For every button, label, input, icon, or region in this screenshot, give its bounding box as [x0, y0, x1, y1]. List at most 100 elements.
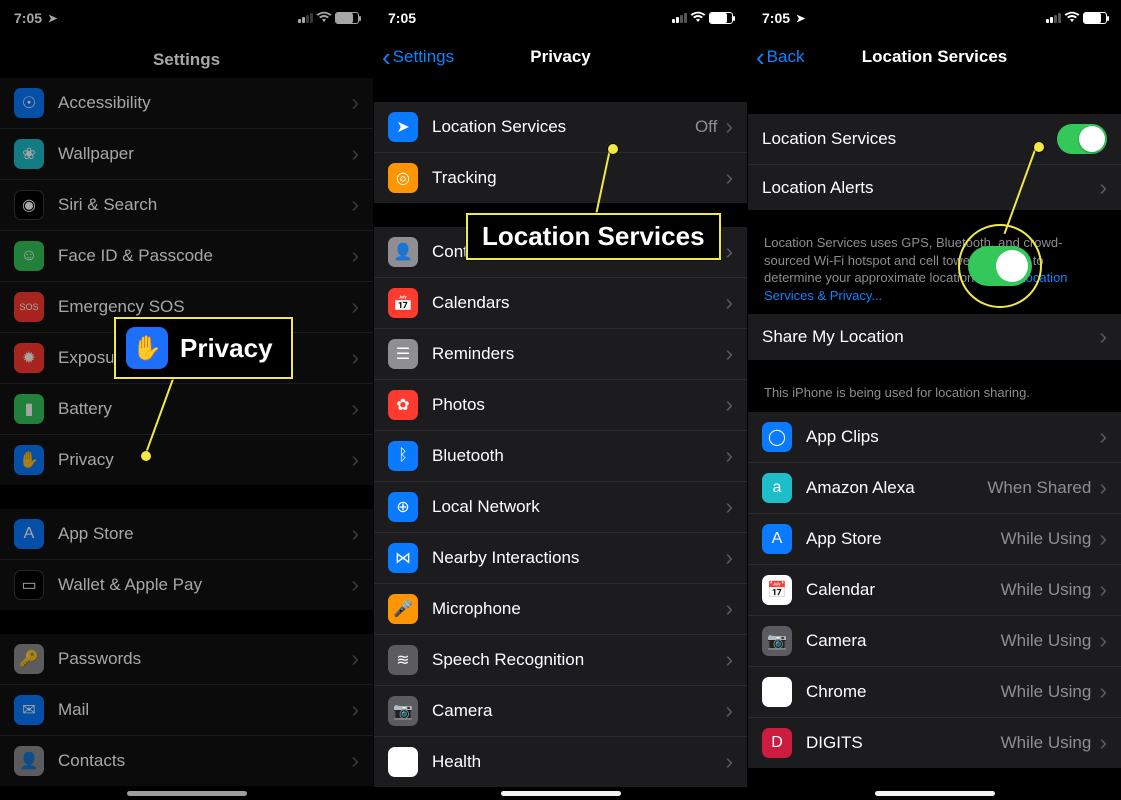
page-title: Privacy [530, 47, 591, 67]
row-siri-search[interactable]: ◉Siri & Search› [0, 179, 373, 230]
row-label: Calendar [806, 580, 993, 600]
row-label: Amazon Alexa [806, 478, 979, 498]
row-camera[interactable]: 📷CameraWhile Using› [748, 615, 1121, 666]
row-location-services[interactable]: ➤Location ServicesOff› [374, 102, 747, 152]
row-face-id-passcode[interactable]: ☺Face ID & Passcode› [0, 230, 373, 281]
row-microphone[interactable]: 🎤Microphone› [374, 583, 747, 634]
chevron-right-icon: › [725, 449, 733, 463]
status-bar: 7:05 [374, 0, 747, 32]
row-camera[interactable]: 📷Camera› [374, 685, 747, 736]
chevron-right-icon: › [351, 402, 359, 416]
wifi-icon [690, 11, 706, 26]
chevron-right-icon: › [725, 755, 733, 769]
location-arrow-icon: ➤ [796, 12, 805, 25]
row-label: Wallet & Apple Pay [58, 575, 343, 595]
row-share-my-location[interactable]: Share My Location› [748, 314, 1121, 360]
home-indicator[interactable] [501, 791, 621, 796]
status-bar: 7:05➤ [0, 0, 373, 32]
row-label: Reminders [432, 344, 717, 364]
tracking-icon: ◎ [388, 163, 418, 193]
row-digits[interactable]: DDIGITSWhile Using› [748, 717, 1121, 768]
row-amazon-alexa[interactable]: aAmazon AlexaWhen Shared› [748, 462, 1121, 513]
row-calendars[interactable]: 📅Calendars› [374, 277, 747, 328]
chevron-right-icon: › [351, 703, 359, 717]
row-accessibility[interactable]: ☉Accessibility› [0, 78, 373, 128]
row-label: Local Network [432, 497, 717, 517]
row-contacts[interactable]: 👤Contacts› [0, 735, 373, 786]
accessibility-icon: ☉ [14, 88, 44, 118]
row-local-network[interactable]: ⊕Local Network› [374, 481, 747, 532]
row-passwords[interactable]: 🔑Passwords› [0, 634, 373, 684]
chevron-right-icon: › [1099, 685, 1107, 699]
row-location-alerts[interactable]: Location Alerts› [748, 164, 1121, 210]
home-indicator[interactable] [127, 791, 247, 796]
row-health[interactable]: ♥Health› [374, 736, 747, 787]
exposure-notifications-icon: ✹ [14, 343, 44, 373]
row-nearby-interactions[interactable]: ⋈Nearby Interactions› [374, 532, 747, 583]
chevron-right-icon: › [725, 500, 733, 514]
row-label: Battery [58, 399, 343, 419]
chevron-right-icon: › [725, 347, 733, 361]
screen-settings: 7:05➤ Settings ☉ Accessibility › ❀Wallpaper… [0, 0, 373, 800]
row-battery[interactable]: ▮Battery› [0, 383, 373, 434]
reminders-icon: ☰ [388, 339, 418, 369]
chevron-right-icon: › [1099, 634, 1107, 648]
row-label: Emergency SOS [58, 297, 343, 317]
row-bluetooth[interactable]: ᛒBluetooth› [374, 430, 747, 481]
row-label: Contacts [58, 751, 343, 771]
row-app-store[interactable]: AApp StoreWhile Using› [748, 513, 1121, 564]
row-speech-recognition[interactable]: ≋Speech Recognition› [374, 634, 747, 685]
speech-recognition-icon: ≋ [388, 645, 418, 675]
siri-search-icon: ◉ [14, 190, 44, 220]
row-privacy[interactable]: ✋Privacy› [0, 434, 373, 485]
battery-icon [335, 12, 359, 24]
chevron-right-icon: › [725, 245, 733, 259]
annotation-dot [1034, 142, 1044, 152]
row-photos[interactable]: ✿Photos› [374, 379, 747, 430]
screen-location-services: 7:05➤ ‹ Back Location Services Location … [747, 0, 1121, 800]
annotation-dot [141, 451, 151, 461]
home-indicator[interactable] [875, 791, 995, 796]
row-chrome[interactable]: ◎ Chrome While Using › [748, 666, 1121, 717]
row-calendar[interactable]: 📅CalendarWhile Using› [748, 564, 1121, 615]
row-label: Location Services [432, 117, 687, 137]
row-tracking[interactable]: ◎Tracking› [374, 152, 747, 203]
row-label: Camera [432, 701, 717, 721]
cellular-icon [672, 13, 687, 23]
status-time: 7:05 [388, 10, 416, 26]
chevron-right-icon: › [725, 171, 733, 185]
toggle-switch[interactable] [1057, 124, 1107, 154]
row-label: Bluetooth [432, 446, 717, 466]
chevron-right-icon: › [1099, 181, 1107, 195]
chevron-right-icon: › [725, 551, 733, 565]
row-label: Accessibility [58, 93, 343, 113]
battery-icon [1083, 12, 1107, 24]
callout-toggle-on [968, 246, 1032, 286]
row-value: When Shared [987, 478, 1091, 498]
row-wallet-apple-pay[interactable]: ▭Wallet & Apple Pay› [0, 559, 373, 610]
row-app-clips[interactable]: ◯App Clips› [748, 412, 1121, 462]
row-app-store[interactable]: AApp Store› [0, 509, 373, 559]
nearby-interactions-icon: ⋈ [388, 543, 418, 573]
row-reminders[interactable]: ☰ Reminders › [374, 328, 747, 379]
status-time: 7:05 [14, 10, 42, 26]
row-value: While Using [1001, 682, 1092, 702]
row-mail[interactable]: ✉Mail› [0, 684, 373, 735]
cellular-icon [1046, 13, 1061, 23]
chevron-right-icon: › [1099, 583, 1107, 597]
status-bar: 7:05➤ [748, 0, 1121, 32]
chevron-right-icon: › [351, 754, 359, 768]
row-location-services[interactable]: Location Services [748, 114, 1121, 164]
privacy-icon: ✋ [14, 445, 44, 475]
chrome-icon: ◎ [762, 677, 792, 707]
back-button[interactable]: ‹ Back [756, 47, 804, 67]
back-button[interactable]: ‹ Settings [382, 47, 454, 67]
row-label: Chrome [806, 682, 993, 702]
row-label: Camera [806, 631, 993, 651]
chevron-right-icon: › [725, 704, 733, 718]
row-value: While Using [1001, 733, 1092, 753]
row-wallpaper[interactable]: ❀Wallpaper› [0, 128, 373, 179]
battery-icon [709, 12, 733, 24]
row-label: App Clips [806, 427, 1091, 447]
page-title: Settings [0, 32, 373, 78]
